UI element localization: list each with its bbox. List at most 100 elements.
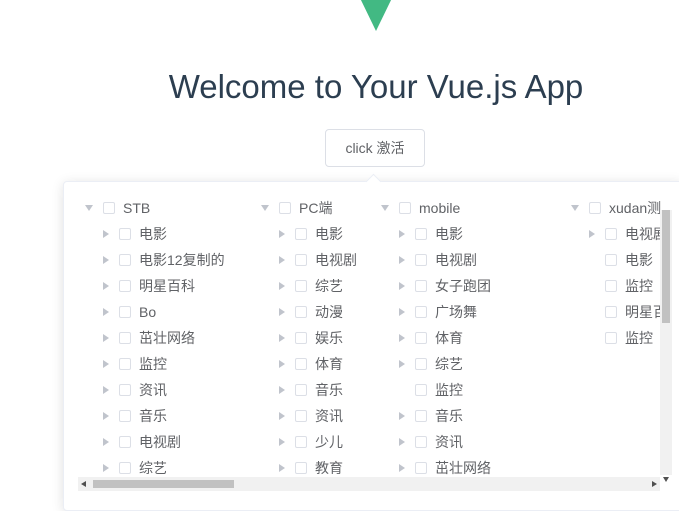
- node-checkbox[interactable]: [295, 332, 307, 344]
- node-checkbox[interactable]: [415, 462, 427, 474]
- tree-root-node[interactable]: PC端: [261, 195, 332, 221]
- tree-child-node[interactable]: 资讯: [103, 377, 167, 403]
- node-checkbox[interactable]: [415, 280, 427, 292]
- vertical-scroll-thumb[interactable]: [662, 210, 670, 323]
- tree-root-node[interactable]: mobile: [381, 195, 460, 221]
- tree-child-node[interactable]: 体育: [279, 351, 343, 377]
- node-checkbox[interactable]: [295, 384, 307, 396]
- tree-child-node[interactable]: 电影: [279, 221, 343, 247]
- tree-child-node[interactable]: 电视剧: [589, 221, 667, 247]
- tree-child-node[interactable]: 电影: [399, 221, 463, 247]
- node-checkbox[interactable]: [415, 332, 427, 344]
- node-checkbox[interactable]: [119, 332, 131, 344]
- node-checkbox[interactable]: [295, 436, 307, 448]
- expand-caret-icon[interactable]: [103, 412, 109, 420]
- node-checkbox[interactable]: [415, 358, 427, 370]
- tree-child-node[interactable]: 监控: [103, 351, 167, 377]
- expand-caret-icon[interactable]: [399, 334, 405, 342]
- expand-caret-icon[interactable]: [103, 360, 109, 368]
- tree-child-node[interactable]: 监控: [589, 325, 653, 351]
- expand-caret-icon[interactable]: [399, 438, 405, 446]
- tree-root-node[interactable]: STB: [85, 195, 150, 221]
- tree-child-node[interactable]: 资讯: [279, 403, 343, 429]
- tree-root-node[interactable]: xudan测: [571, 195, 661, 221]
- tree-child-node[interactable]: 电视剧: [399, 247, 477, 273]
- expand-caret-icon[interactable]: [279, 386, 285, 394]
- expand-caret-icon[interactable]: [399, 360, 405, 368]
- expand-caret-icon[interactable]: [279, 308, 285, 316]
- node-checkbox[interactable]: [589, 202, 601, 214]
- expand-caret-icon[interactable]: [279, 464, 285, 472]
- expand-caret-icon[interactable]: [279, 438, 285, 446]
- tree-child-node[interactable]: 音乐: [103, 403, 167, 429]
- expand-caret-icon[interactable]: [85, 205, 93, 211]
- expand-caret-icon[interactable]: [399, 464, 405, 472]
- scroll-down-icon[interactable]: [660, 475, 672, 487]
- horizontal-scroll-thumb[interactable]: [93, 480, 234, 488]
- node-checkbox[interactable]: [415, 410, 427, 422]
- expand-caret-icon[interactable]: [571, 205, 579, 211]
- expand-caret-icon[interactable]: [103, 230, 109, 238]
- node-checkbox[interactable]: [295, 410, 307, 422]
- expand-caret-icon[interactable]: [589, 230, 595, 238]
- horizontal-scrollbar[interactable]: [78, 477, 660, 491]
- scroll-right-icon[interactable]: [648, 477, 660, 491]
- tree-child-node[interactable]: 电影: [103, 221, 167, 247]
- expand-caret-icon[interactable]: [279, 412, 285, 420]
- node-checkbox[interactable]: [119, 254, 131, 266]
- node-checkbox[interactable]: [295, 228, 307, 240]
- node-checkbox[interactable]: [119, 228, 131, 240]
- node-checkbox[interactable]: [119, 410, 131, 422]
- tree-child-node[interactable]: 动漫: [279, 299, 343, 325]
- expand-caret-icon[interactable]: [103, 282, 109, 290]
- expand-caret-icon[interactable]: [399, 256, 405, 264]
- tree-child-node[interactable]: 少儿: [279, 429, 343, 455]
- tree-child-node[interactable]: 广场舞: [399, 299, 477, 325]
- tree-child-node[interactable]: Bo: [103, 299, 156, 325]
- expand-caret-icon[interactable]: [399, 412, 405, 420]
- node-checkbox[interactable]: [119, 384, 131, 396]
- expand-caret-icon[interactable]: [103, 256, 109, 264]
- expand-caret-icon[interactable]: [103, 464, 109, 472]
- tree-child-node[interactable]: 体育: [399, 325, 463, 351]
- node-checkbox[interactable]: [605, 332, 617, 344]
- node-checkbox[interactable]: [119, 358, 131, 370]
- tree-child-node[interactable]: 综艺: [279, 273, 343, 299]
- node-checkbox[interactable]: [605, 306, 617, 318]
- vertical-scrollbar[interactable]: [660, 210, 672, 482]
- expand-caret-icon[interactable]: [279, 256, 285, 264]
- node-checkbox[interactable]: [295, 254, 307, 266]
- expand-caret-icon[interactable]: [103, 308, 109, 316]
- expand-caret-icon[interactable]: [261, 205, 269, 211]
- node-checkbox[interactable]: [605, 228, 617, 240]
- expand-caret-icon[interactable]: [381, 205, 389, 211]
- expand-caret-icon[interactable]: [279, 282, 285, 290]
- expand-caret-icon[interactable]: [103, 438, 109, 446]
- node-checkbox[interactable]: [295, 280, 307, 292]
- node-checkbox[interactable]: [119, 280, 131, 292]
- expand-caret-icon[interactable]: [103, 334, 109, 342]
- node-checkbox[interactable]: [605, 280, 617, 292]
- tree-child-node[interactable]: 明星百: [589, 299, 667, 325]
- tree-child-node[interactable]: 监控: [589, 273, 653, 299]
- tree-child-node[interactable]: 音乐: [399, 403, 463, 429]
- node-checkbox[interactable]: [415, 228, 427, 240]
- tree-child-node[interactable]: 电视剧: [279, 247, 357, 273]
- node-checkbox[interactable]: [415, 254, 427, 266]
- node-checkbox[interactable]: [295, 462, 307, 474]
- node-checkbox[interactable]: [605, 254, 617, 266]
- tree-child-node[interactable]: 电视剧: [103, 429, 181, 455]
- node-checkbox[interactable]: [295, 306, 307, 318]
- expand-caret-icon[interactable]: [279, 334, 285, 342]
- node-checkbox[interactable]: [119, 306, 131, 318]
- expand-caret-icon[interactable]: [399, 308, 405, 316]
- expand-caret-icon[interactable]: [103, 386, 109, 394]
- activate-button[interactable]: click 激活: [325, 129, 425, 167]
- tree-child-node[interactable]: 监控: [399, 377, 463, 403]
- tree-child-node[interactable]: 音乐: [279, 377, 343, 403]
- node-checkbox[interactable]: [279, 202, 291, 214]
- node-checkbox[interactable]: [119, 462, 131, 474]
- node-checkbox[interactable]: [103, 202, 115, 214]
- node-checkbox[interactable]: [399, 202, 411, 214]
- tree-child-node[interactable]: 电影12复制的: [103, 247, 225, 273]
